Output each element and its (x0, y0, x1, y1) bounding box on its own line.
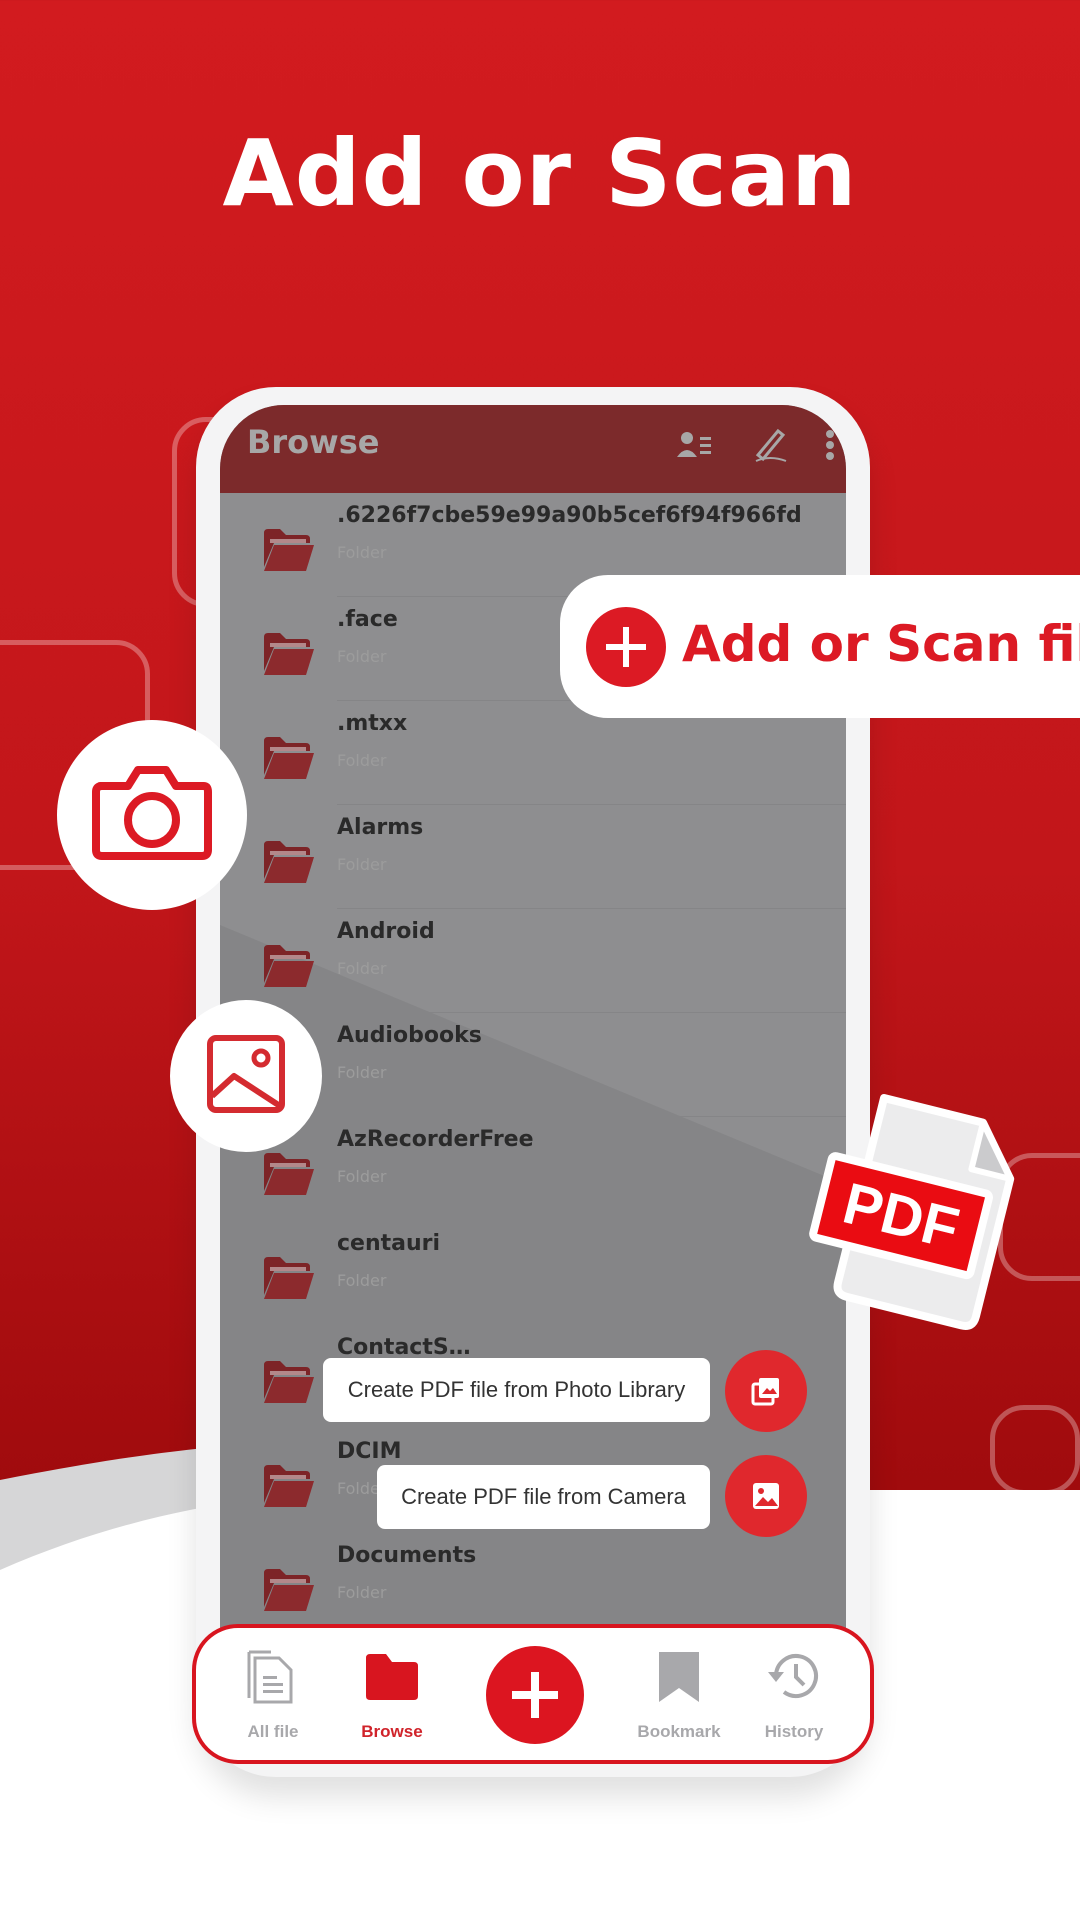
camera-tooltip[interactable]: Create PDF file from Camera (377, 1465, 710, 1529)
folder-icon (366, 1654, 418, 1700)
folder-row[interactable]: AzRecorderFree Folder (220, 1117, 846, 1221)
photo-library-icon (751, 1378, 779, 1406)
bottom-nav: All file Browse Bookmark History (192, 1624, 874, 1764)
folder-icon (262, 631, 316, 677)
contacts-list-icon[interactable] (675, 425, 715, 465)
decor-outline (990, 1405, 1080, 1495)
folder-name: .6226f7cbe59e99a90b5cef6f94f966fd (337, 503, 802, 528)
gallery-button[interactable] (170, 1000, 322, 1152)
folder-name: AzRecorderFree (337, 1127, 534, 1152)
folder-name: Documents (337, 1543, 477, 1568)
nav-item-browse[interactable]: Browse (337, 1628, 447, 1760)
folder-type: Folder (337, 751, 387, 770)
folder-type: Folder (337, 855, 387, 874)
folder-row[interactable]: centauri Folder (220, 1221, 846, 1325)
folder-row[interactable]: Documents Folder (220, 1533, 846, 1637)
folder-row[interactable]: Alarms Folder (220, 805, 846, 909)
signature-pen-icon[interactable] (750, 425, 790, 465)
folder-name: Audiobooks (337, 1023, 482, 1048)
image-icon (753, 1483, 779, 1509)
folder-icon (262, 527, 316, 573)
folder-type: Folder (337, 1063, 387, 1082)
folder-icon (262, 735, 316, 781)
plus-icon (586, 607, 666, 687)
folder-type: Folder (337, 543, 387, 562)
photo-library-button[interactable] (725, 1350, 807, 1432)
folder-name: centauri (337, 1231, 441, 1256)
nav-label: Bookmark (637, 1722, 721, 1741)
plus-icon (512, 1672, 558, 1718)
folder-type: Folder (337, 647, 387, 666)
folder-name: DCIM (337, 1439, 402, 1464)
folder-row[interactable]: Android Folder (220, 909, 846, 1013)
more-vert-icon[interactable] (810, 425, 846, 465)
folder-name: .face (337, 607, 398, 632)
pdf-file-icon: PDF (809, 1093, 1015, 1330)
folder-name: .mtxx (337, 711, 408, 736)
camera-pdf-button[interactable] (725, 1455, 807, 1537)
folder-icon (262, 1255, 316, 1301)
nav-label: All file (247, 1722, 299, 1741)
folder-type: Folder (337, 1583, 387, 1602)
add-file-button[interactable] (486, 1646, 584, 1744)
bookmark-icon (659, 1652, 699, 1702)
camera-label: Create PDF file from Camera (401, 1484, 686, 1509)
app-bar: Browse (220, 405, 846, 493)
folder-icon (262, 943, 316, 989)
folder-type: Folder (337, 1167, 387, 1186)
app-title: Browse (247, 423, 380, 461)
nav-item-all-file[interactable]: All file (218, 1628, 328, 1760)
folder-icon (262, 1463, 316, 1509)
camera-icon (92, 766, 212, 860)
folder-type: Folder (337, 1271, 387, 1290)
folder-name: Android (337, 919, 435, 944)
folder-type: Folder (337, 959, 387, 978)
nav-item-history[interactable]: History (739, 1628, 849, 1760)
folder-name: Alarms (337, 815, 424, 840)
document-icon (247, 1650, 293, 1704)
photo-library-label: Create PDF file from Photo Library (347, 1377, 686, 1402)
camera-button[interactable] (57, 720, 247, 910)
hero-title: Add or Scan (222, 120, 858, 227)
add-scan-callout[interactable]: Add or Scan file (560, 575, 1080, 718)
photo-library-tooltip[interactable]: Create PDF file from Photo Library (323, 1358, 710, 1422)
add-scan-label: Add or Scan file (682, 615, 1080, 673)
nav-label: Browse (361, 1722, 423, 1741)
nav-item-bookmark[interactable]: Bookmark (624, 1628, 734, 1760)
folder-icon (262, 1567, 316, 1613)
image-icon (207, 1035, 285, 1113)
decor-outline (875, 1596, 1000, 1726)
nav-label: History (764, 1722, 824, 1741)
folder-icon (262, 1359, 316, 1405)
folder-name: ContactS… (337, 1335, 471, 1360)
history-icon (768, 1654, 818, 1698)
folder-icon (262, 1151, 316, 1197)
folder-icon (262, 839, 316, 885)
